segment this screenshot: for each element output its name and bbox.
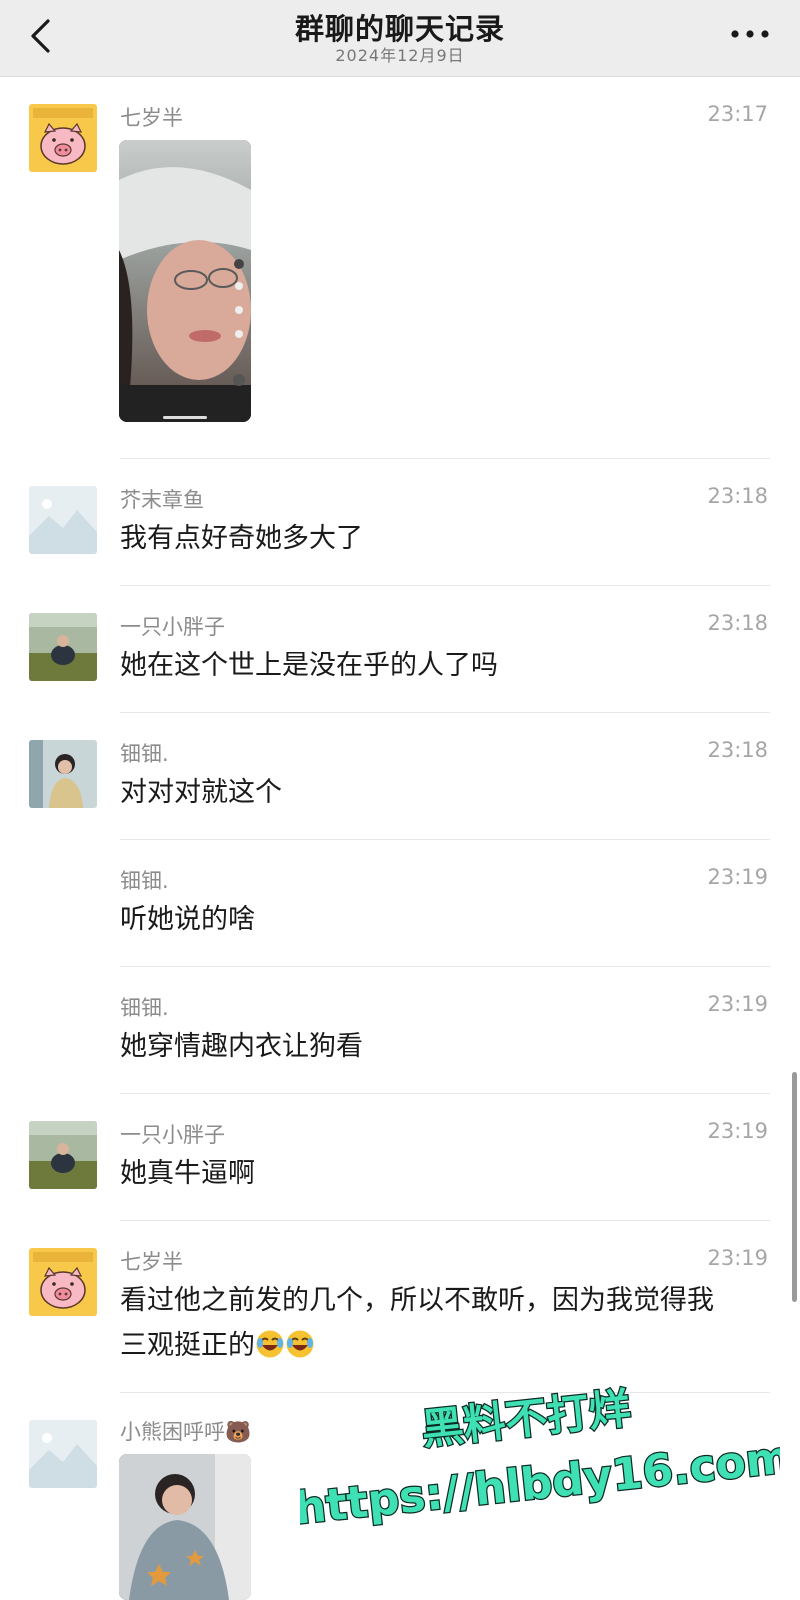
sender-name: 钿钿. (120, 742, 169, 766)
message-time: 23:19 (707, 1246, 768, 1270)
message-divider (120, 458, 770, 459)
message-time: 23:19 (707, 865, 768, 889)
message-text: 看过他之前发的几个，所以不敢听，因为我觉得我 三观挺正的 (120, 1278, 770, 1368)
message-divider (120, 1093, 770, 1094)
sender-name: 钿钿. (120, 996, 169, 1020)
sender-name: 一只小胖子 (120, 1123, 225, 1147)
message-time: 23:19 (707, 992, 768, 1016)
page-subtitle-date: 2024年12月9日 (335, 46, 465, 65)
message-text-line-with-emoji: 三观挺正的 (120, 1323, 770, 1368)
photo-avatar[interactable] (29, 613, 97, 681)
message-text: 她真牛逼啊 (120, 1158, 255, 1189)
message-text-line: 三观挺正的 (120, 1330, 255, 1361)
message-divider (120, 839, 770, 840)
photo-avatar[interactable] (29, 1121, 97, 1189)
message-text: 我有点好奇她多大了 (120, 523, 363, 554)
shared-image-thumbnail[interactable] (119, 1454, 251, 1600)
header-bar: 群聊的聊天记录 2024年12月9日 (0, 0, 800, 77)
placeholder-avatar[interactable] (29, 486, 97, 554)
message-divider (120, 1220, 770, 1221)
scrollbar-thumb[interactable] (792, 1072, 797, 1302)
message-text: 听她说的啥 (120, 904, 255, 935)
sender-name: 一只小胖子 (120, 615, 225, 639)
watermark-line2: https://hlbdy16.com (300, 1432, 780, 1530)
message-text-line: 看过他之前发的几个，所以不敢听，因为我觉得我 (120, 1285, 714, 1316)
rolling-laughing-emoji-icon (286, 1330, 314, 1358)
sender-name: 芥末章鱼 (120, 488, 204, 512)
message-divider (120, 966, 770, 967)
rolling-laughing-emoji-icon (256, 1330, 284, 1358)
watermark-line1: 黑料不打烊 (419, 1383, 633, 1454)
more-dots-icon[interactable] (730, 28, 770, 40)
sender-name: 七岁半 (120, 106, 183, 130)
pig-avatar[interactable] (29, 104, 97, 172)
message-time: 23:18 (707, 738, 768, 762)
shared-image-thumbnail[interactable] (119, 140, 251, 422)
message-text: 对对对就这个 (120, 777, 282, 808)
pig-avatar[interactable] (29, 1248, 97, 1316)
message-divider (120, 585, 770, 586)
message-time: 23:18 (707, 611, 768, 635)
message-time: 23:18 (707, 484, 768, 508)
sender-name: 七岁半 (120, 1250, 183, 1274)
message-text: 她穿情趣内衣让狗看 (120, 1031, 363, 1062)
sender-name: 钿钿. (120, 869, 169, 893)
message-time: 23:19 (707, 1119, 768, 1143)
watermark-overlay: 黑料不打烊 https://hlbdy16.com (300, 1382, 780, 1530)
girl-avatar[interactable] (29, 740, 97, 808)
message-divider (120, 712, 770, 713)
sender-name: 小熊困呼呼🐻 (120, 1420, 252, 1444)
message-time: 23:17 (707, 102, 768, 126)
placeholder-avatar[interactable] (29, 1420, 97, 1488)
message-text: 她在这个世上是没在乎的人了吗 (120, 650, 498, 681)
